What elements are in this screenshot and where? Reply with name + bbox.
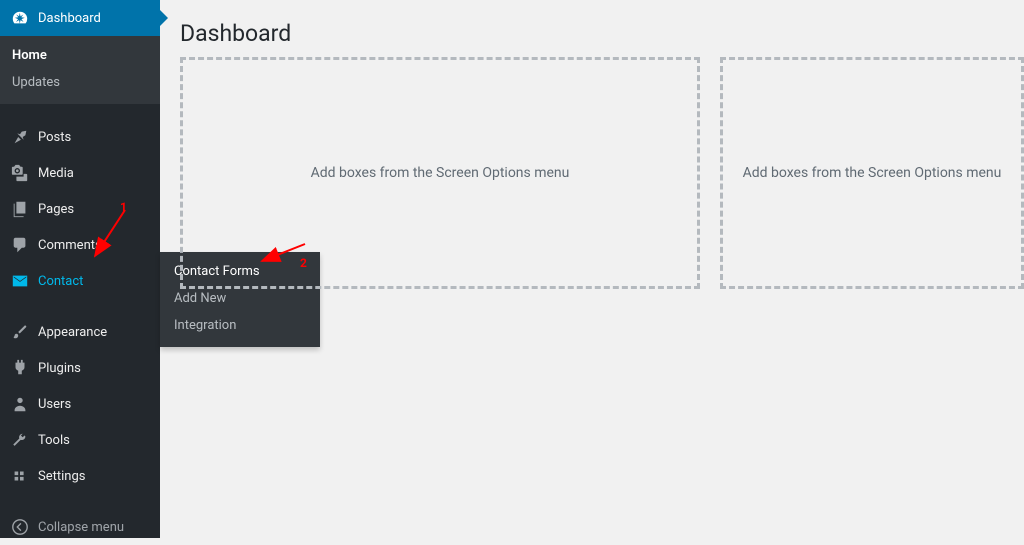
sidebar-item-settings[interactable]: Settings: [0, 458, 160, 494]
comments-icon: [10, 235, 30, 255]
submenu-item-home[interactable]: Home: [0, 42, 160, 69]
sidebar-item-pages[interactable]: Pages: [0, 191, 160, 227]
sidebar-item-label: Media: [38, 166, 74, 181]
email-icon: [10, 271, 30, 291]
sidebar-item-tools[interactable]: Tools: [0, 422, 160, 458]
sidebar-item-media[interactable]: Media: [0, 155, 160, 191]
menu-separator: [0, 304, 160, 309]
sidebar-item-label: Tools: [38, 433, 70, 448]
dashboard-widget-dropzone-1[interactable]: Add boxes from the Screen Options menu: [180, 57, 700, 289]
collapse-menu-button[interactable]: Collapse menu: [0, 509, 160, 545]
collapse-label: Collapse menu: [38, 520, 124, 535]
sidebar-item-label: Posts: [38, 130, 71, 145]
menu-separator: [0, 499, 160, 504]
sidebar-item-posts[interactable]: Posts: [0, 119, 160, 155]
brush-icon: [10, 322, 30, 342]
submenu-item-updates[interactable]: Updates: [0, 69, 160, 96]
flyout-item-integration[interactable]: Integration: [160, 312, 320, 339]
sidebar-item-users[interactable]: Users: [0, 386, 160, 422]
sidebar-item-comments[interactable]: Comments: [0, 227, 160, 263]
main-content: Dashboard Add boxes from the Screen Opti…: [180, 0, 1024, 289]
pages-icon: [10, 199, 30, 219]
dashboard-icon: [10, 8, 30, 28]
sidebar-item-label: Users: [38, 397, 71, 412]
sidebar-item-appearance[interactable]: Appearance: [0, 314, 160, 350]
dashboard-widgets-wrap: Add boxes from the Screen Options menu A…: [180, 57, 1024, 289]
sidebar-item-label: Settings: [38, 469, 85, 484]
sidebar-item-contact[interactable]: Contact: [0, 263, 160, 299]
media-icon: [10, 163, 30, 183]
dropzone-placeholder-text: Add boxes from the Screen Options menu: [311, 165, 570, 181]
sidebar-item-label: Comments: [38, 238, 102, 253]
sidebar-item-label: Plugins: [38, 361, 81, 376]
admin-sidebar: Dashboard Home Updates Posts Media Pages…: [0, 0, 160, 538]
sidebar-item-label: Dashboard: [38, 11, 101, 26]
pushpin-icon: [10, 127, 30, 147]
sidebar-item-label: Pages: [38, 202, 74, 217]
dropzone-placeholder-text: Add boxes from the Screen Options menu: [743, 165, 1002, 181]
sidebar-item-plugins[interactable]: Plugins: [0, 350, 160, 386]
dashboard-submenu: Home Updates: [0, 36, 160, 104]
sidebar-item-dashboard[interactable]: Dashboard: [0, 0, 160, 36]
settings-icon: [10, 466, 30, 486]
sidebar-item-label: Appearance: [38, 325, 107, 340]
tools-icon: [10, 430, 30, 450]
users-icon: [10, 394, 30, 414]
sidebar-item-label: Contact: [38, 274, 83, 289]
plugin-icon: [10, 358, 30, 378]
flyout-item-add-new[interactable]: Add New: [160, 285, 320, 312]
collapse-icon: [10, 517, 30, 537]
page-title: Dashboard: [180, 20, 1024, 47]
dashboard-widget-dropzone-2[interactable]: Add boxes from the Screen Options menu: [720, 57, 1024, 289]
menu-separator: [0, 109, 160, 114]
